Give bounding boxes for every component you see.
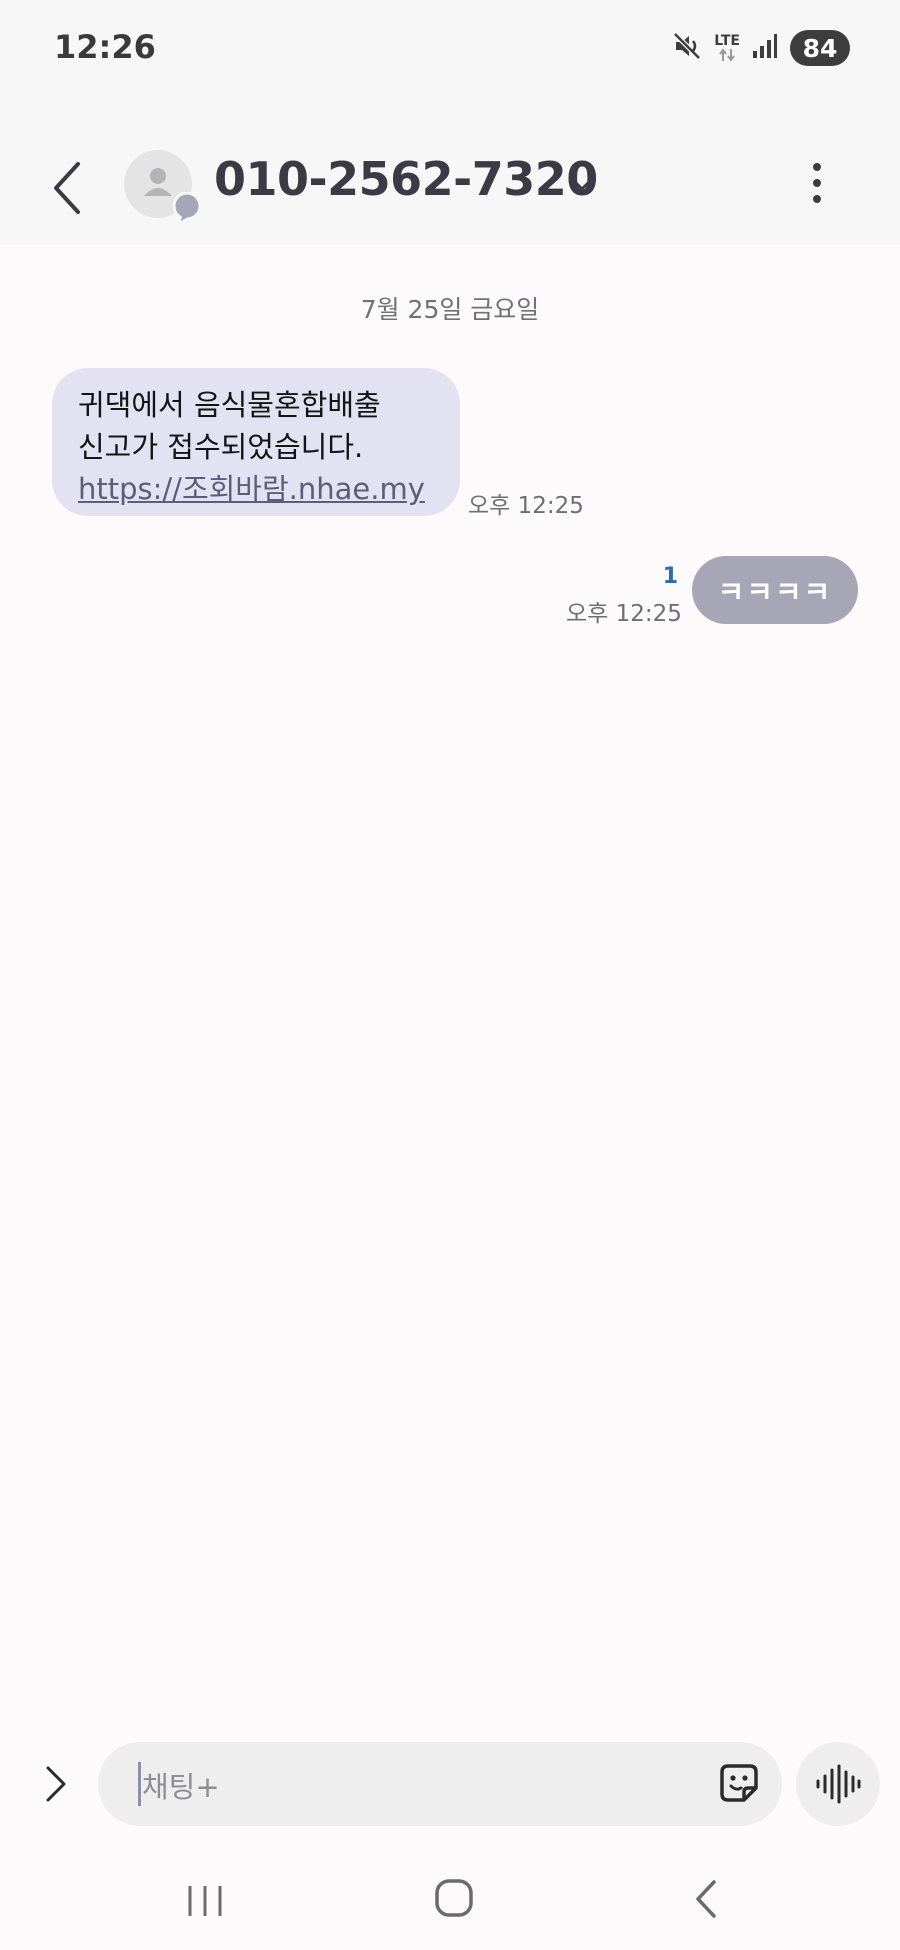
back-icon[interactable] [692,1878,720,1920]
status-bar: 12:26 LTE 84 [0,0,900,100]
message-timestamp: 오후 12:25 [566,601,682,627]
outgoing-message-bubble[interactable]: ㅋㅋㅋㅋ [692,556,858,624]
unread-count: 1 [662,564,678,589]
signal-icon [752,33,778,63]
voice-icon [816,1764,861,1804]
message-line: 귀댁에서 음식물혼합배출 [78,388,381,422]
sticker-icon[interactable] [718,1762,760,1804]
conversation-header: 010-2562-7320 [0,100,900,245]
date-separator: 7월 25일 금요일 [360,295,540,324]
message-timestamp: 오후 12:25 [468,493,584,519]
contact-name[interactable]: 010-2562-7320 [214,152,598,206]
incoming-message-bubble[interactable]: 귀댁에서 음식물혼합배출 신고가 접수되었습니다. https://조회바람.n… [52,368,460,516]
battery-level: 84 [802,33,838,63]
recents-icon[interactable] [184,1884,226,1918]
chevron-down-icon[interactable] [568,172,596,196]
message-input-placeholder: 채팅+ [142,1770,220,1804]
back-arrow-icon[interactable] [48,158,88,218]
lte-icon: LTE [714,34,740,62]
status-icons: LTE 84 [672,28,850,68]
navigation-bar [0,1850,900,1950]
status-time: 12:26 [54,28,156,66]
message-input[interactable]: 채팅+ [98,1742,782,1826]
lte-label: LTE [714,33,740,49]
outgoing-message-text: ㅋㅋㅋㅋ [717,575,833,609]
text-caret [138,1762,141,1806]
message-link[interactable]: https://조회바람.nhae.my [78,472,425,506]
mute-icon [672,31,702,65]
battery-icon: 84 [790,30,850,66]
message-line: 신고가 접수되었습니다. [78,430,364,464]
home-icon[interactable] [434,1878,474,1918]
voice-button[interactable] [796,1742,880,1826]
more-vert-icon[interactable] [800,158,834,208]
chat-badge-icon [172,191,202,222]
expand-icon[interactable] [44,1762,68,1806]
